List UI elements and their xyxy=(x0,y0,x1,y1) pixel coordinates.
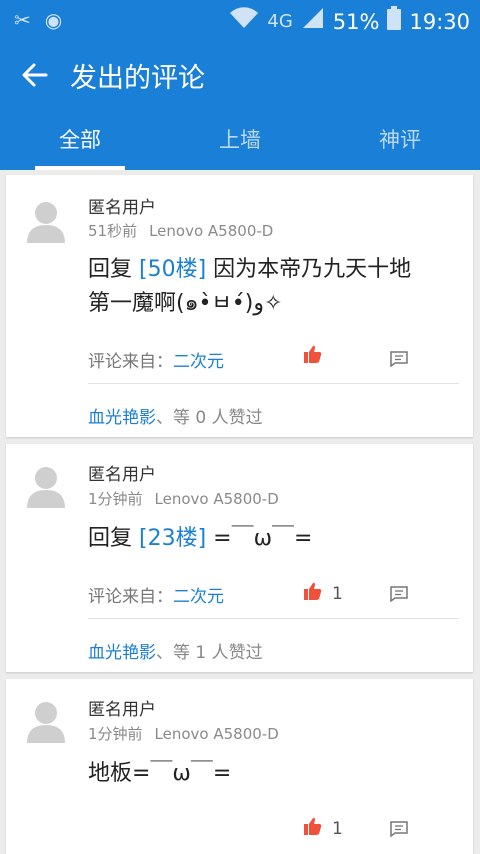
comment-text: 地板=￣ω￣= xyxy=(88,761,232,786)
comment-time: 1分钟前 xyxy=(88,490,143,508)
like-button[interactable] xyxy=(304,345,332,368)
comment-card[interactable]: 匿名用户 1分钟前 Lenovo A5800-D 地板=￣ω￣= 1 xyxy=(6,679,473,854)
thumbs-up-icon xyxy=(304,582,322,605)
comment-reply-icon[interactable] xyxy=(390,821,408,838)
like-button[interactable]: 1 xyxy=(304,817,343,840)
user-name: 匿名用户 xyxy=(88,198,156,218)
back-arrow-icon[interactable] xyxy=(20,60,50,90)
user-name: 匿名用户 xyxy=(88,465,156,485)
comment-content: 地板=￣ω￣= xyxy=(88,757,458,791)
comment-text: 因为本帝乃九天十地 xyxy=(206,257,412,282)
tab-bar: 全部 上墙 神评 xyxy=(0,110,480,170)
status-bar: ✂ ◉ 4G 51% 19:30 xyxy=(0,0,480,40)
comment-time: 1分钟前 xyxy=(88,725,143,743)
battery-icon xyxy=(387,6,402,37)
tab-god-comments[interactable]: 神评 xyxy=(320,110,480,170)
reply-floor-link[interactable]: [23楼] xyxy=(139,526,206,551)
tab-wall[interactable]: 上墙 xyxy=(160,110,320,170)
signal-icon xyxy=(301,6,325,37)
comment-meta: 1分钟前 Lenovo A5800-D xyxy=(88,488,279,509)
comment-meta: 1分钟前 Lenovo A5800-D xyxy=(88,723,279,744)
page-title: 发出的评论 xyxy=(70,63,205,94)
liker-link[interactable]: 血光艳影 xyxy=(88,643,156,663)
record-icon: ◉ xyxy=(44,8,63,32)
likers-summary: 血光艳影、等 1 人赞过 xyxy=(88,638,263,663)
comment-text: =￣ω￣= xyxy=(206,526,313,551)
thumbs-up-icon xyxy=(304,345,322,368)
comment-content: 回复 [23楼] =￣ω￣= xyxy=(88,522,458,556)
comment-card[interactable]: 匿名用户 51秒前 Lenovo A5800-D 回复 [50楼] 因为本帝乃九天… xyxy=(6,175,473,437)
like-count: 1 xyxy=(332,818,343,839)
tab-all[interactable]: 全部 xyxy=(0,110,160,170)
wifi-icon xyxy=(229,7,259,36)
comment-content: 回复 [50楼] 因为本帝乃九天十地 第一魔啊(๑•̀ㅂ•́)و✧ xyxy=(88,253,458,321)
like-count: 1 xyxy=(332,583,343,604)
likers-summary: 血光艳影、等 0 人赞过 xyxy=(88,403,263,428)
source-label: 评论来自： xyxy=(88,587,173,607)
clock: 19:30 xyxy=(409,9,470,34)
device-name: Lenovo A5800-D xyxy=(154,725,279,743)
device-name: Lenovo A5800-D xyxy=(154,490,279,508)
avatar[interactable] xyxy=(26,699,66,743)
likers-suffix: 、等 1 人赞过 xyxy=(156,643,263,663)
comment-text-line-2: 第一魔啊(๑•̀ㅂ•́)و✧ xyxy=(88,291,283,316)
device-name: Lenovo A5800-D xyxy=(149,222,274,240)
reply-floor-link[interactable]: [50楼] xyxy=(139,257,206,282)
comment-source: 评论来自：二次元 xyxy=(88,582,224,607)
reply-prefix: 回复 xyxy=(88,526,133,551)
reply-prefix: 回复 xyxy=(88,257,133,282)
like-button[interactable]: 1 xyxy=(304,582,343,605)
liker-link[interactable]: 血光艳影 xyxy=(88,408,156,428)
avatar[interactable] xyxy=(26,199,66,243)
comment-meta: 51秒前 Lenovo A5800-D xyxy=(88,220,273,241)
likers-suffix: 、等 0 人赞过 xyxy=(156,408,263,428)
source-label: 评论来自： xyxy=(88,352,173,372)
comment-reply-icon[interactable] xyxy=(390,351,408,368)
comment-time: 51秒前 xyxy=(88,222,138,240)
comment-card[interactable]: 匿名用户 1分钟前 Lenovo A5800-D 回复 [23楼] =￣ω￣= 评… xyxy=(6,444,473,672)
battery-percent: 51% xyxy=(332,9,380,34)
comment-reply-icon[interactable] xyxy=(390,586,408,603)
source-link[interactable]: 二次元 xyxy=(173,587,224,607)
divider xyxy=(88,383,459,384)
scissors-icon: ✂ xyxy=(14,8,31,32)
divider xyxy=(88,618,459,619)
network-type: 4G xyxy=(267,11,293,32)
comment-source: 评论来自：二次元 xyxy=(88,347,224,372)
avatar[interactable] xyxy=(26,464,66,508)
thumbs-up-icon xyxy=(304,817,322,840)
source-link[interactable]: 二次元 xyxy=(173,352,224,372)
user-name: 匿名用户 xyxy=(88,700,156,720)
app-bar: 发出的评论 xyxy=(0,40,480,110)
